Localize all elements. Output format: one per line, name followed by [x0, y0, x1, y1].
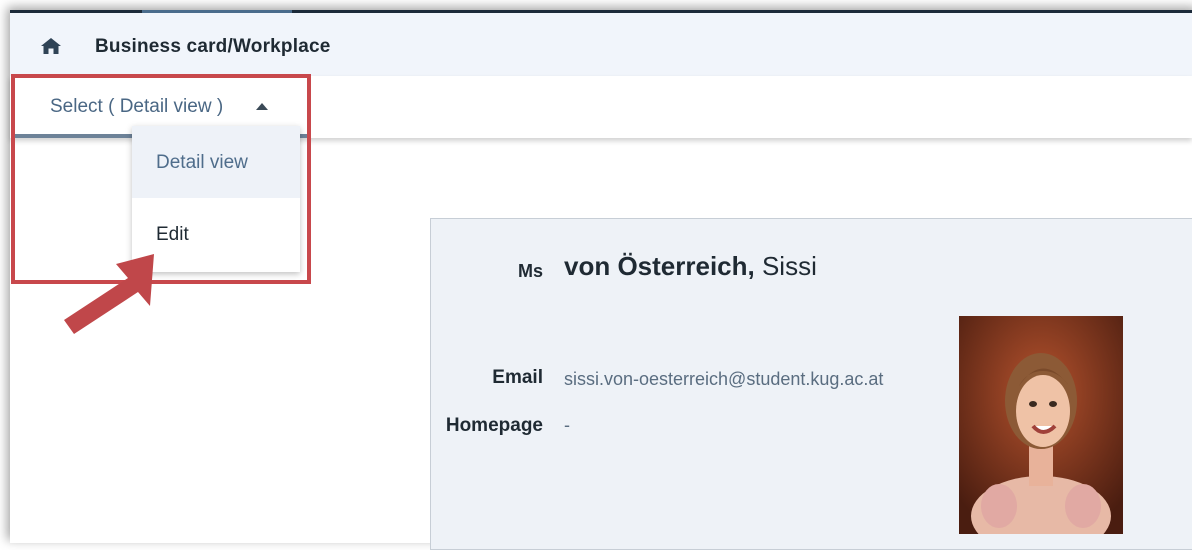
app-window: Business card/Workplace Select ( Detail …: [10, 10, 1192, 550]
profile-photo: [959, 316, 1123, 534]
email-label: Email: [492, 367, 543, 388]
person-name: von Österreich, Sissi: [564, 251, 817, 282]
title-bar: Business card/Workplace: [10, 13, 1192, 76]
annotation-arrow-icon: [64, 254, 154, 334]
homepage-value: -: [564, 415, 570, 435]
homepage-label: Homepage: [445, 415, 543, 436]
menu-item-label: Edit: [156, 224, 189, 245]
home-icon[interactable]: [40, 37, 62, 55]
last-name: von Österreich,: [564, 251, 755, 281]
first-name: Sissi: [761, 251, 817, 281]
email-link[interactable]: sissi.von-oesterreich@student.kug.ac.at: [564, 369, 883, 390]
view-select-label: Select ( Detail view ): [50, 96, 224, 117]
page-title: Business card/Workplace: [95, 36, 331, 57]
menu-item-label: Detail view: [156, 152, 248, 173]
menu-item-detail-view[interactable]: Detail view: [132, 126, 300, 198]
salutation: Ms: [517, 261, 543, 281]
caret-up-icon: [256, 103, 268, 110]
business-card: Ms von Österreich, Sissi Email sissi.von…: [430, 218, 1192, 550]
